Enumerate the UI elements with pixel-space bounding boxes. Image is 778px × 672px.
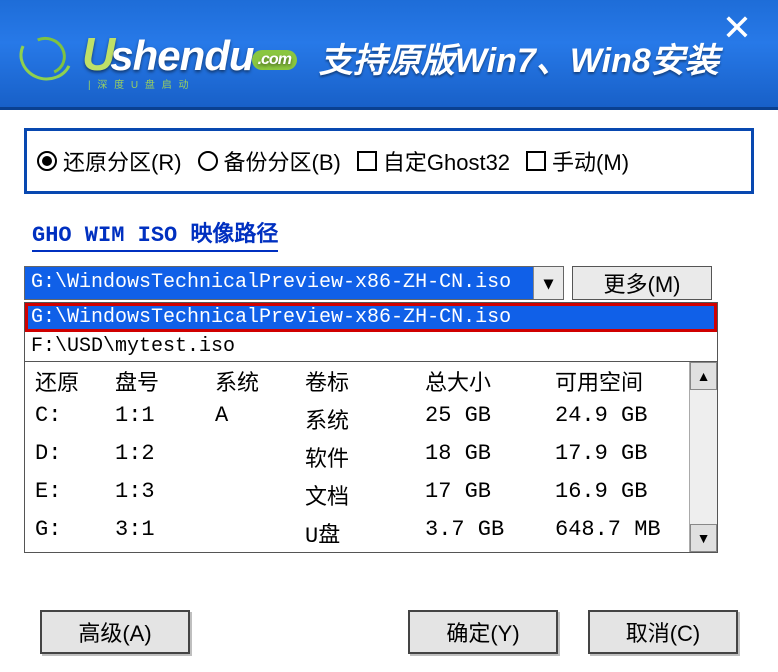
button-bar: 高级(A) 确定(Y) 取消(C) xyxy=(0,610,778,654)
table-row[interactable]: C:1:1A系统25 GB24.9 GB xyxy=(25,400,717,438)
radio-backup[interactable]: 备份分区(B) xyxy=(198,145,341,177)
checkbox-manual[interactable]: 手动(M) xyxy=(526,145,629,177)
radio-label: 还原分区(R) xyxy=(63,145,182,177)
col-label: 卷标 xyxy=(305,365,425,397)
cell-total: 25 GB xyxy=(425,403,555,435)
col-restore: 还原 xyxy=(35,365,115,397)
close-button[interactable]: ✕ xyxy=(722,10,752,46)
col-fs: 系统 xyxy=(215,365,305,397)
scroll-down-icon[interactable]: ▼ xyxy=(690,524,717,552)
checkbox-custom-ghost[interactable]: 自定Ghost32 xyxy=(357,145,510,177)
chevron-down-icon[interactable]: ▾ xyxy=(533,267,563,299)
radio-icon xyxy=(37,151,57,171)
cell-drive: E: xyxy=(35,479,115,511)
table-row[interactable]: G:3:1 U盘3.7 GB648.7 MB xyxy=(25,514,717,552)
mode-options: 还原分区(R) 备份分区(B) 自定Ghost32 手动(M) xyxy=(24,128,754,194)
col-free: 可用空间 xyxy=(555,365,685,397)
col-disk: 盘号 xyxy=(115,365,215,397)
checkbox-icon xyxy=(357,151,377,171)
image-path-combo[interactable]: G:\WindowsTechnicalPreview-x86-ZH-CN.iso… xyxy=(24,266,564,300)
table-row[interactable]: D:1:2 软件18 GB17.9 GB xyxy=(25,438,717,476)
radio-icon xyxy=(198,151,218,171)
cell-disk: 1:1 xyxy=(115,403,215,435)
cell-fs xyxy=(215,479,305,511)
cell-label: U盘 xyxy=(305,517,425,549)
cell-total: 17 GB xyxy=(425,479,555,511)
cell-total: 3.7 GB xyxy=(425,517,555,549)
checkbox-label: 自定Ghost32 xyxy=(383,145,510,177)
checkbox-icon xyxy=(526,151,546,171)
cell-label: 文档 xyxy=(305,479,425,511)
cell-fs: A xyxy=(215,403,305,435)
radio-restore[interactable]: 还原分区(R) xyxy=(37,145,182,177)
cell-disk: 1:3 xyxy=(115,479,215,511)
titlebar: ✕ Ushendu.com | 深 度 U 盘 启 动 支持原版Win7、Win… xyxy=(0,0,778,110)
cell-drive: G: xyxy=(35,517,115,549)
dropdown-item[interactable]: F:\USD\mytest.iso xyxy=(25,332,717,361)
checkbox-label: 手动(M) xyxy=(552,145,629,177)
cancel-button[interactable]: 取消(C) xyxy=(588,610,738,654)
cell-disk: 1:2 xyxy=(115,441,215,473)
advanced-button[interactable]: 高级(A) xyxy=(40,610,190,654)
cell-free: 16.9 GB xyxy=(555,479,685,511)
cell-drive: D: xyxy=(35,441,115,473)
image-path-label: GHO WIM ISO 映像路径 xyxy=(32,216,278,252)
cell-free: 648.7 MB xyxy=(555,517,685,549)
ok-button[interactable]: 确定(Y) xyxy=(408,610,558,654)
table-row[interactable]: E:1:3 文档17 GB16.9 GB xyxy=(25,476,717,514)
cell-fs xyxy=(215,517,305,549)
cell-total: 18 GB xyxy=(425,441,555,473)
table-scrollbar[interactable]: ▲ ▼ xyxy=(689,362,717,552)
cell-disk: 3:1 xyxy=(115,517,215,549)
partition-table: 还原 盘号 系统 卷标 总大小 可用空间 C:1:1A系统25 GB24.9 G… xyxy=(25,361,717,552)
titlebar-message: 支持原版Win7、Win8安装 xyxy=(319,33,719,82)
logo-icon xyxy=(18,29,78,89)
more-button[interactable]: 更多(M) xyxy=(572,266,712,300)
logo: Ushendu.com | 深 度 U 盘 启 动 xyxy=(18,27,297,91)
image-path-dropdown: G:\WindowsTechnicalPreview-x86-ZH-CN.iso… xyxy=(24,302,718,553)
scroll-track[interactable] xyxy=(690,390,717,524)
cell-free: 24.9 GB xyxy=(555,403,685,435)
col-total: 总大小 xyxy=(425,365,555,397)
cell-free: 17.9 GB xyxy=(555,441,685,473)
table-header-row: 还原 盘号 系统 卷标 总大小 可用空间 xyxy=(25,362,717,400)
cell-label: 系统 xyxy=(305,403,425,435)
cell-label: 软件 xyxy=(305,441,425,473)
dropdown-item[interactable]: G:\WindowsTechnicalPreview-x86-ZH-CN.iso xyxy=(25,303,717,332)
cell-drive: C: xyxy=(35,403,115,435)
combo-value[interactable]: G:\WindowsTechnicalPreview-x86-ZH-CN.iso xyxy=(25,267,533,299)
radio-label: 备份分区(B) xyxy=(224,145,341,177)
cell-fs xyxy=(215,441,305,473)
scroll-up-icon[interactable]: ▲ xyxy=(690,362,717,390)
